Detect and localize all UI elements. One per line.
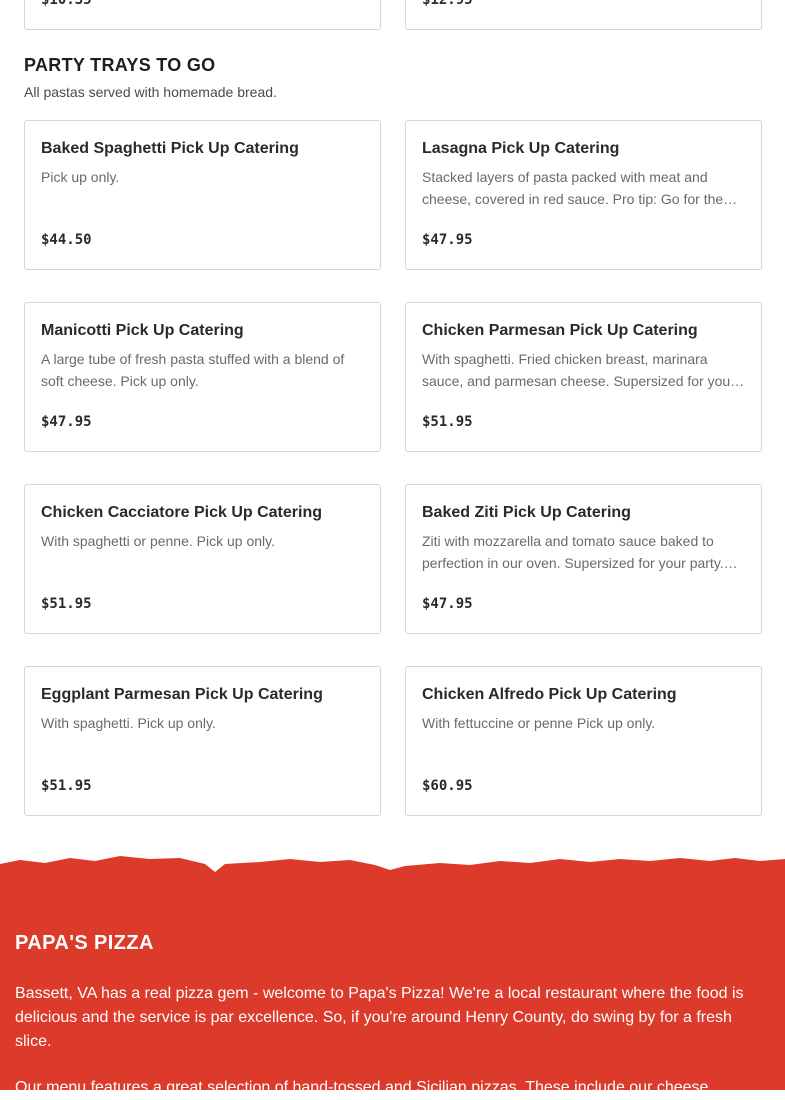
item-description: With spaghetti. Fried chicken breast, ma… [422,351,745,389]
menu-item-card[interactable]: Chicken Cacciatore Pick Up Catering With… [24,484,381,634]
menu-item-card[interactable]: Manicotti Pick Up Catering A large tube … [24,302,381,452]
menu-item-card[interactable]: $12.95 [405,0,762,30]
section-subtitle: All pastas served with homemade bread. [24,84,277,100]
item-description: A large tube of fresh pasta stuffed with… [41,351,345,389]
footer-paragraph: Bassett, VA has a real pizza gem - welco… [15,985,744,1050]
item-price: $12.95 [422,0,473,8]
item-price: $44.50 [41,232,92,248]
menu-item-card[interactable]: Lasagna Pick Up Catering Stacked layers … [405,120,762,270]
torn-paper-edge [0,856,785,1090]
item-name: Chicken Cacciatore Pick Up Catering [41,504,322,521]
item-price: $47.95 [41,414,92,430]
item-price: $47.95 [422,596,473,612]
item-description: With spaghetti or penne. Pick up only. [41,533,275,549]
item-price: $47.95 [422,232,473,248]
item-price: $51.95 [41,778,92,794]
footer: PAPA'S PIZZA Bassett, VA has a real pizz… [0,850,785,1096]
menu-item-card[interactable]: $10.35 [24,0,381,30]
item-description: Pick up only. [41,169,120,185]
footer-brand: PAPA'S PIZZA [15,932,154,954]
item-price: $60.95 [422,778,473,794]
menu-page: $10.35 $12.95 PARTY TRAYS TO GO All past… [0,0,785,1096]
footer-paragraph: Our menu features a great selection of h… [15,1079,722,1096]
item-name: Baked Spaghetti Pick Up Catering [41,140,299,157]
section-title: PARTY TRAYS TO GO [24,55,216,75]
item-description: With spaghetti. Pick up only. [41,715,216,731]
item-name: Manicotti Pick Up Catering [41,322,244,339]
item-price: $51.95 [41,596,92,612]
menu-item-card[interactable]: Chicken Parmesan Pick Up Catering With s… [405,302,762,452]
item-name: Eggplant Parmesan Pick Up Catering [41,686,323,703]
item-name: Lasagna Pick Up Catering [422,140,620,157]
item-description: Ziti with mozzarella and tomato sauce ba… [422,533,738,571]
item-name: Chicken Parmesan Pick Up Catering [422,322,698,339]
menu-item-card[interactable]: Chicken Alfredo Pick Up Catering With fe… [405,666,762,816]
item-description: Stacked layers of pasta packed with meat… [422,169,738,207]
item-price: $51.95 [422,414,473,430]
menu-item-card[interactable]: Baked Ziti Pick Up Catering Ziti with mo… [405,484,762,634]
item-name: Baked Ziti Pick Up Catering [422,504,631,521]
item-description: With fettuccine or penne Pick up only. [422,715,656,731]
item-price: $10.35 [41,0,92,8]
menu-item-card[interactable]: Eggplant Parmesan Pick Up Catering With … [24,666,381,816]
item-name: Chicken Alfredo Pick Up Catering [422,686,677,703]
menu-item-card[interactable]: Baked Spaghetti Pick Up Catering Pick up… [24,120,381,270]
